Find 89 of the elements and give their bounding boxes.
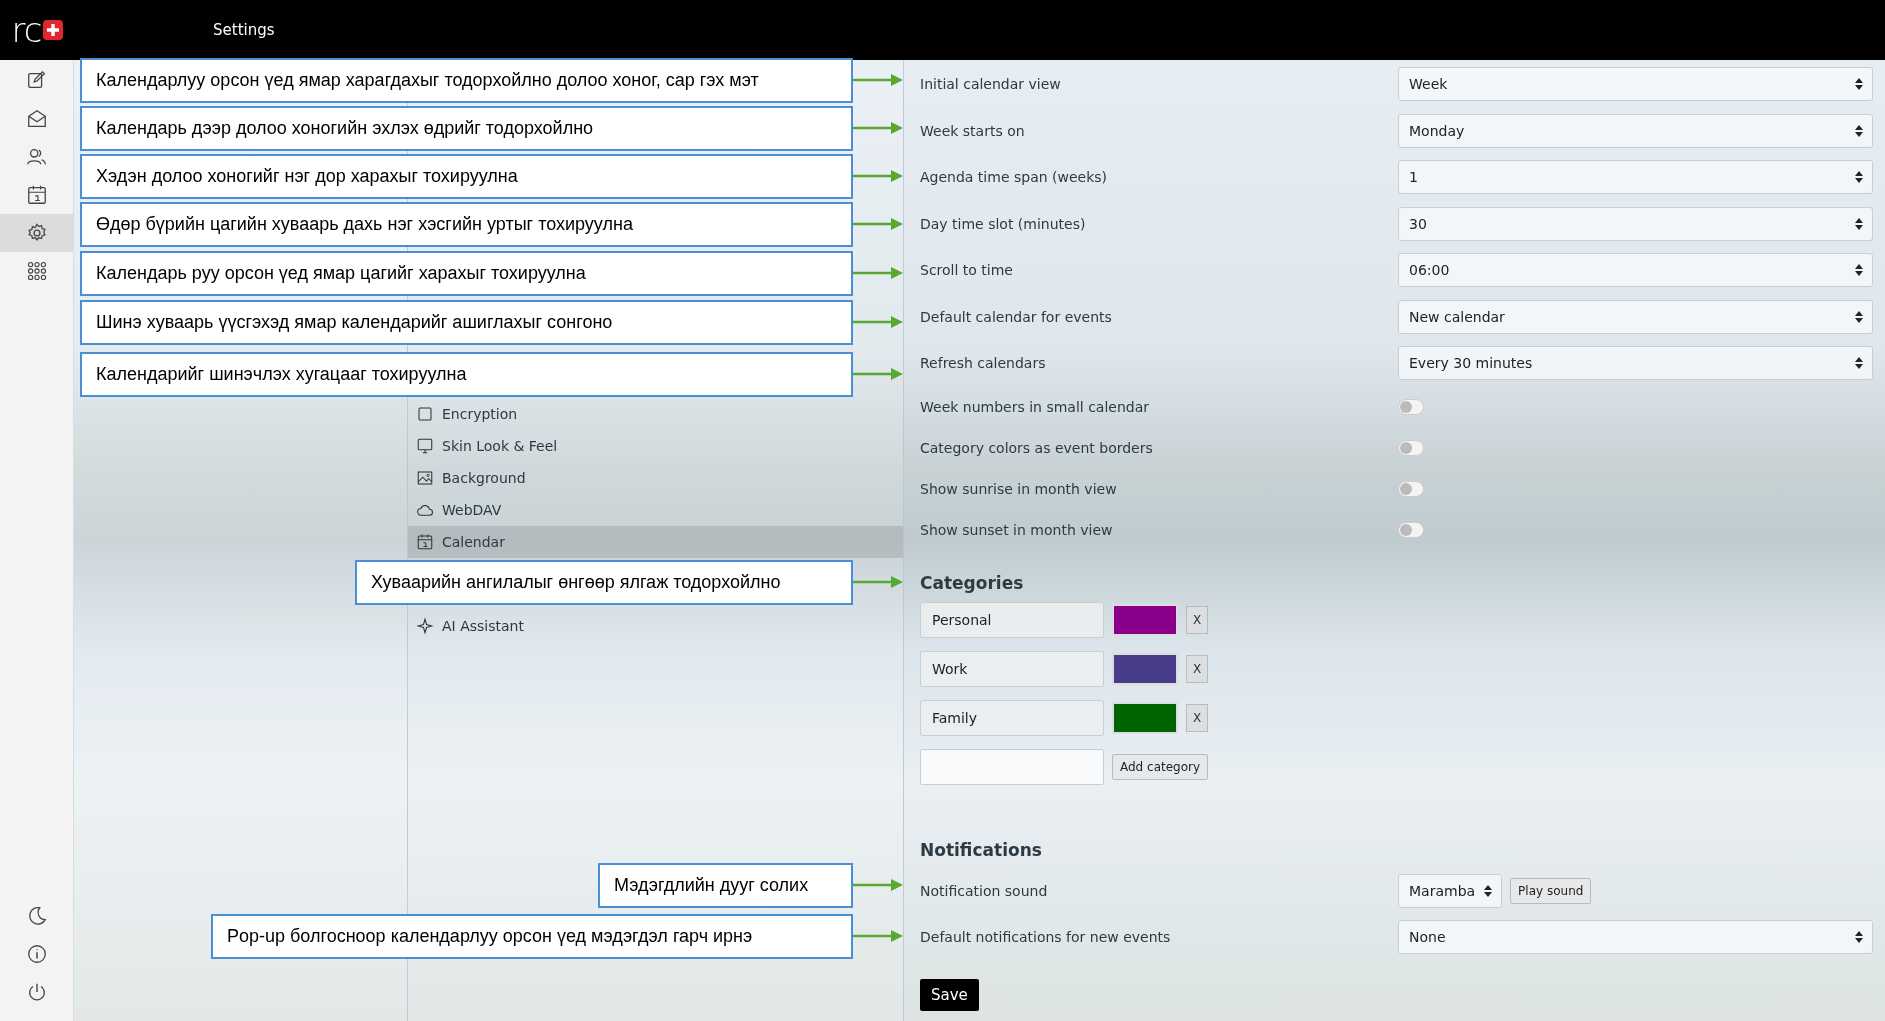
plus-icon: [43, 20, 64, 40]
dropdown[interactable]: Every 30 minutes: [1398, 346, 1873, 381]
color-swatch[interactable]: [1112, 652, 1178, 685]
setting-label: Scroll to time: [920, 262, 1013, 279]
toggle-switch[interactable]: [1398, 399, 1424, 415]
remove-button[interactable]: X: [1186, 605, 1208, 634]
dropdown[interactable]: None: [1398, 920, 1873, 955]
setting-label: Notification sound: [920, 882, 1048, 899]
category-name-field[interactable]: Family: [920, 699, 1104, 736]
section-item[interactable]: Calendar: [408, 526, 903, 558]
image-icon: [416, 469, 434, 487]
color-swatch[interactable]: [1112, 701, 1178, 734]
pointer-arrow: [853, 879, 903, 891]
envelope-icon: [25, 108, 48, 130]
dropdown[interactable]: New calendar: [1398, 299, 1873, 334]
setting-label: Initial calendar view: [920, 76, 1061, 93]
logo-text: rc: [11, 10, 42, 50]
annotation-callout: Календарь дээр долоо хоногийн эхлэх өдрийг тодорхойлно: [80, 106, 853, 151]
section-item[interactable]: AI Assistant: [408, 610, 903, 642]
section-heading: Categories: [920, 572, 1025, 593]
category-name-field[interactable]: Personal: [920, 601, 1104, 638]
pointer-arrow: [853, 74, 903, 86]
annotation-callout: Хуваарийн ангилалыг өнгөөр ялгаж тодорхойлно: [355, 560, 853, 605]
section-item[interactable]: WebDAV: [408, 494, 903, 526]
annotation-callout: Календарийг шинэчлэх хугацааг тохируулна: [80, 352, 853, 397]
setting-label: Default notifications for new events: [920, 929, 1171, 946]
dropdown[interactable]: 06:00: [1398, 253, 1873, 288]
remove-button[interactable]: X: [1186, 654, 1208, 683]
annotation-callout: Хэдэн долоо хоногийг нэг дор харахыг тохируулна: [80, 154, 853, 199]
updown-caret-icon: [1854, 930, 1864, 945]
nav-button[interactable]: [0, 214, 73, 252]
updown-caret-icon: [1854, 123, 1864, 138]
section-item[interactable]: Skin Look & Feel: [408, 430, 903, 462]
setting-label: Week numbers in small calendar: [920, 399, 1150, 415]
dropdown[interactable]: Week: [1398, 67, 1873, 102]
dropdown[interactable]: 30: [1398, 206, 1873, 241]
updown-caret-icon: [1854, 309, 1864, 324]
toggle-switch[interactable]: [1398, 440, 1424, 456]
updown-caret-icon: [1854, 356, 1864, 371]
setting-label: Week starts on: [920, 122, 1025, 139]
section-heading: Notifications: [920, 839, 1043, 860]
annotation-callout: Мэдэгдлийн дууг солих: [598, 863, 853, 908]
pointer-arrow: [853, 267, 903, 279]
pointer-arrow: [853, 122, 903, 134]
annotation-callout: Pop-up болгосноор календарлуу орсон үед мэдэгдэл гарч ирнэ: [211, 914, 853, 959]
monitor-icon: [416, 437, 434, 455]
updown-caret-icon: [1854, 77, 1864, 92]
input-field[interactable]: [920, 748, 1104, 785]
dropdown[interactable]: Monday: [1398, 113, 1873, 148]
setting-label: Agenda time span (weeks): [920, 169, 1108, 186]
updown-caret-icon: [1854, 170, 1864, 185]
setting-label: Day time slot (minutes): [920, 215, 1086, 232]
sparkle-icon: [416, 617, 434, 635]
annotation-callout: Календарлуу орсон үед ямар харагдахыг тодорхойлно долоо хоног, сар гэх мэт: [80, 58, 853, 103]
setting-label: Refresh calendars: [920, 355, 1046, 372]
remove-button[interactable]: X: [1186, 703, 1208, 732]
section-item[interactable]: Background: [408, 462, 903, 494]
calendar-icon: [25, 184, 48, 206]
save-button[interactable]: Save: [920, 978, 979, 1011]
play-sound-button[interactable]: Play sound: [1510, 877, 1592, 904]
pointer-arrow: [853, 316, 903, 328]
toggle-switch[interactable]: [1398, 522, 1424, 538]
toggle-switch[interactable]: [1398, 481, 1424, 497]
setting-label: Category colors as event borders: [920, 440, 1153, 456]
annotation-callout: Өдөр бүрийн цагийн хуваарь дахь нэг хэсгийн уртыг тохируулна: [80, 202, 853, 247]
pointer-arrow: [853, 368, 903, 380]
pointer-arrow: [853, 576, 903, 588]
pointer-arrow: [853, 170, 903, 182]
square-icon: [416, 405, 434, 423]
pointer-arrow: [853, 930, 903, 942]
pointer-arrow: [853, 218, 903, 230]
page-title: Settings: [213, 21, 275, 39]
setting-label: Default calendar for events: [920, 308, 1112, 325]
dropdown[interactable]: Maramba: [1398, 873, 1503, 908]
category-name-field[interactable]: Work: [920, 650, 1104, 687]
updown-caret-icon: [1854, 216, 1864, 231]
section-item[interactable]: Encryption: [408, 398, 903, 430]
calendar-icon: [416, 533, 434, 551]
annotation-callout: Шинэ хуваарь үүсгэхэд ямар календарийг ашиглахыг сонгоно: [80, 300, 853, 345]
dropdown[interactable]: 1: [1398, 160, 1873, 195]
annotation-callout: Календарь руу орсон үед ямар цагийг харахыг тохируулна: [80, 251, 853, 296]
setting-label: Show sunset in month view: [920, 522, 1113, 538]
setting-label: Show sunrise in month view: [920, 481, 1117, 497]
grid-icon: [25, 260, 48, 282]
info-icon: [25, 943, 48, 965]
color-swatch[interactable]: [1112, 603, 1178, 636]
updown-caret-icon: [1854, 263, 1864, 278]
updown-caret-icon: [1483, 883, 1494, 898]
add-category-button[interactable]: Add category: [1112, 753, 1209, 780]
